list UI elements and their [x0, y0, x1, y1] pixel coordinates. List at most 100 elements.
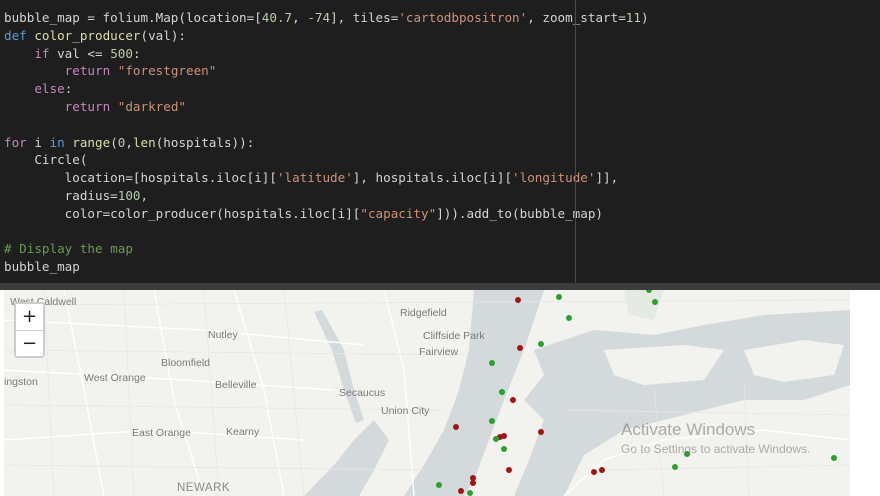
code-token: :: [64, 81, 73, 97]
code-token: ], tiles=: [330, 10, 399, 25]
code-token: val <=: [49, 45, 111, 61]
hospital-marker[interactable]: [515, 297, 521, 303]
code-token: color=color_producer(hospitals.iloc[i][: [4, 205, 361, 221]
place-label: Fairview: [419, 346, 459, 358]
hospital-marker[interactable]: [591, 469, 597, 475]
code-token: ,: [292, 10, 308, 25]
output-divider: [0, 283, 880, 290]
hospital-marker[interactable]: [599, 467, 605, 473]
code-token: in: [49, 134, 65, 150]
hospital-marker[interactable]: [510, 397, 516, 403]
hospital-marker[interactable]: [566, 315, 572, 321]
code-token: ]],: [595, 170, 619, 186]
hospital-marker[interactable]: [489, 360, 495, 366]
code-cell[interactable]: bubble_map = folium.Map(location=[40.7 , …: [0, 0, 880, 283]
place-label: Nutley: [208, 329, 238, 341]
hospital-marker[interactable]: [467, 490, 473, 496]
code-token: location=[hospitals.iloc[i][: [4, 170, 277, 186]
place-label: West Orange: [84, 372, 146, 384]
activate-windows-watermark: Activate Windows Go to Settings to activ…: [621, 420, 810, 456]
code-line: else:: [4, 80, 649, 98]
map-output[interactable]: West Caldwell Ridgefield Nutley Cliffsid…: [4, 290, 850, 496]
hospital-marker[interactable]: [831, 455, 837, 461]
ruler-line: [575, 0, 576, 283]
code-token: 'latitude': [276, 170, 353, 186]
code-token: (hospitals)):: [155, 134, 255, 150]
place-label: East Orange: [132, 427, 191, 439]
code-token: else: [34, 81, 65, 97]
code-token: -74: [307, 10, 331, 25]
hospital-marker[interactable]: [458, 488, 464, 494]
code-line: radius=100,: [4, 187, 649, 205]
hospital-marker[interactable]: [501, 446, 507, 452]
code-token: ,: [125, 134, 133, 150]
right-margin: [850, 290, 880, 496]
code-token: return: [64, 98, 111, 114]
place-label: Ridgefield: [400, 307, 447, 319]
hospital-marker[interactable]: [672, 464, 678, 470]
code-line: def color_producer(val):: [4, 27, 649, 45]
code-token: ): [640, 10, 649, 25]
hospital-marker[interactable]: [538, 341, 544, 347]
code-token: ], hospitals.iloc[i][: [352, 170, 513, 186]
map-tiles: [4, 290, 850, 496]
hospital-marker[interactable]: [506, 467, 512, 473]
place-label: Kearny: [226, 426, 260, 438]
code-token: "forestgreen": [117, 63, 217, 79]
code-line: return "darkred": [4, 98, 649, 116]
hospital-marker[interactable]: [556, 294, 562, 300]
code-token: 'cartodbpositron': [398, 10, 528, 25]
place-label: Cliffside Park: [423, 330, 485, 342]
code-line: if val <= 500:: [4, 45, 649, 63]
place-label: Belleville: [215, 379, 257, 391]
place-label: Union City: [381, 405, 430, 417]
code-token: color_producer: [34, 27, 141, 43]
code-line: bubble_map = folium.Map(location=[40.7 , …: [4, 9, 649, 27]
hospital-marker[interactable]: [489, 418, 495, 424]
code-token: 'longitude': [512, 170, 596, 186]
hospital-marker[interactable]: [453, 424, 459, 430]
code-token: bubble_map: [4, 259, 80, 275]
hospital-marker[interactable]: [538, 429, 544, 435]
code-line: bubble_map: [4, 258, 649, 276]
zoom-in-button[interactable]: +: [16, 304, 43, 330]
code-token: 40.7: [261, 10, 293, 25]
hospital-marker[interactable]: [652, 299, 658, 305]
hospital-marker[interactable]: [501, 433, 507, 439]
hospital-marker[interactable]: [517, 345, 523, 351]
code-token: :: [132, 45, 141, 61]
hospital-marker[interactable]: [493, 436, 499, 442]
zoom-out-button[interactable]: −: [16, 330, 43, 356]
code-token: radius=: [4, 187, 118, 203]
hospital-marker[interactable]: [470, 480, 476, 486]
code-token: i: [26, 134, 50, 150]
code-token: 500: [110, 45, 133, 61]
code-token: Circle(: [4, 152, 88, 168]
hospital-marker[interactable]: [436, 482, 442, 488]
code-line: return "forestgreen": [4, 62, 649, 80]
hospital-marker[interactable]: [499, 389, 505, 395]
code-token: ,: [140, 187, 149, 203]
place-label: Secaucus: [339, 387, 386, 399]
code-line: Circle(: [4, 151, 649, 169]
place-label: Bloomfield: [161, 357, 211, 369]
code-token: for: [4, 134, 27, 150]
code-token: range: [72, 134, 111, 150]
code-token: # Display the map: [4, 241, 133, 257]
code-token: if: [34, 45, 50, 61]
code-token: ])).add_to(bubble_map): [436, 205, 603, 221]
code-line: # Display the map: [4, 240, 649, 258]
watermark-title: Activate Windows: [621, 420, 756, 439]
code-editor[interactable]: bubble_map = folium.Map(location=[40.7 , …: [4, 9, 649, 276]
code-token: bubble_map = folium.Map(location=[: [4, 10, 262, 25]
place-label: ingston: [4, 376, 38, 388]
code-line: for i in range(0,len(hospitals)):: [4, 134, 649, 152]
code-token: 11: [625, 10, 641, 25]
